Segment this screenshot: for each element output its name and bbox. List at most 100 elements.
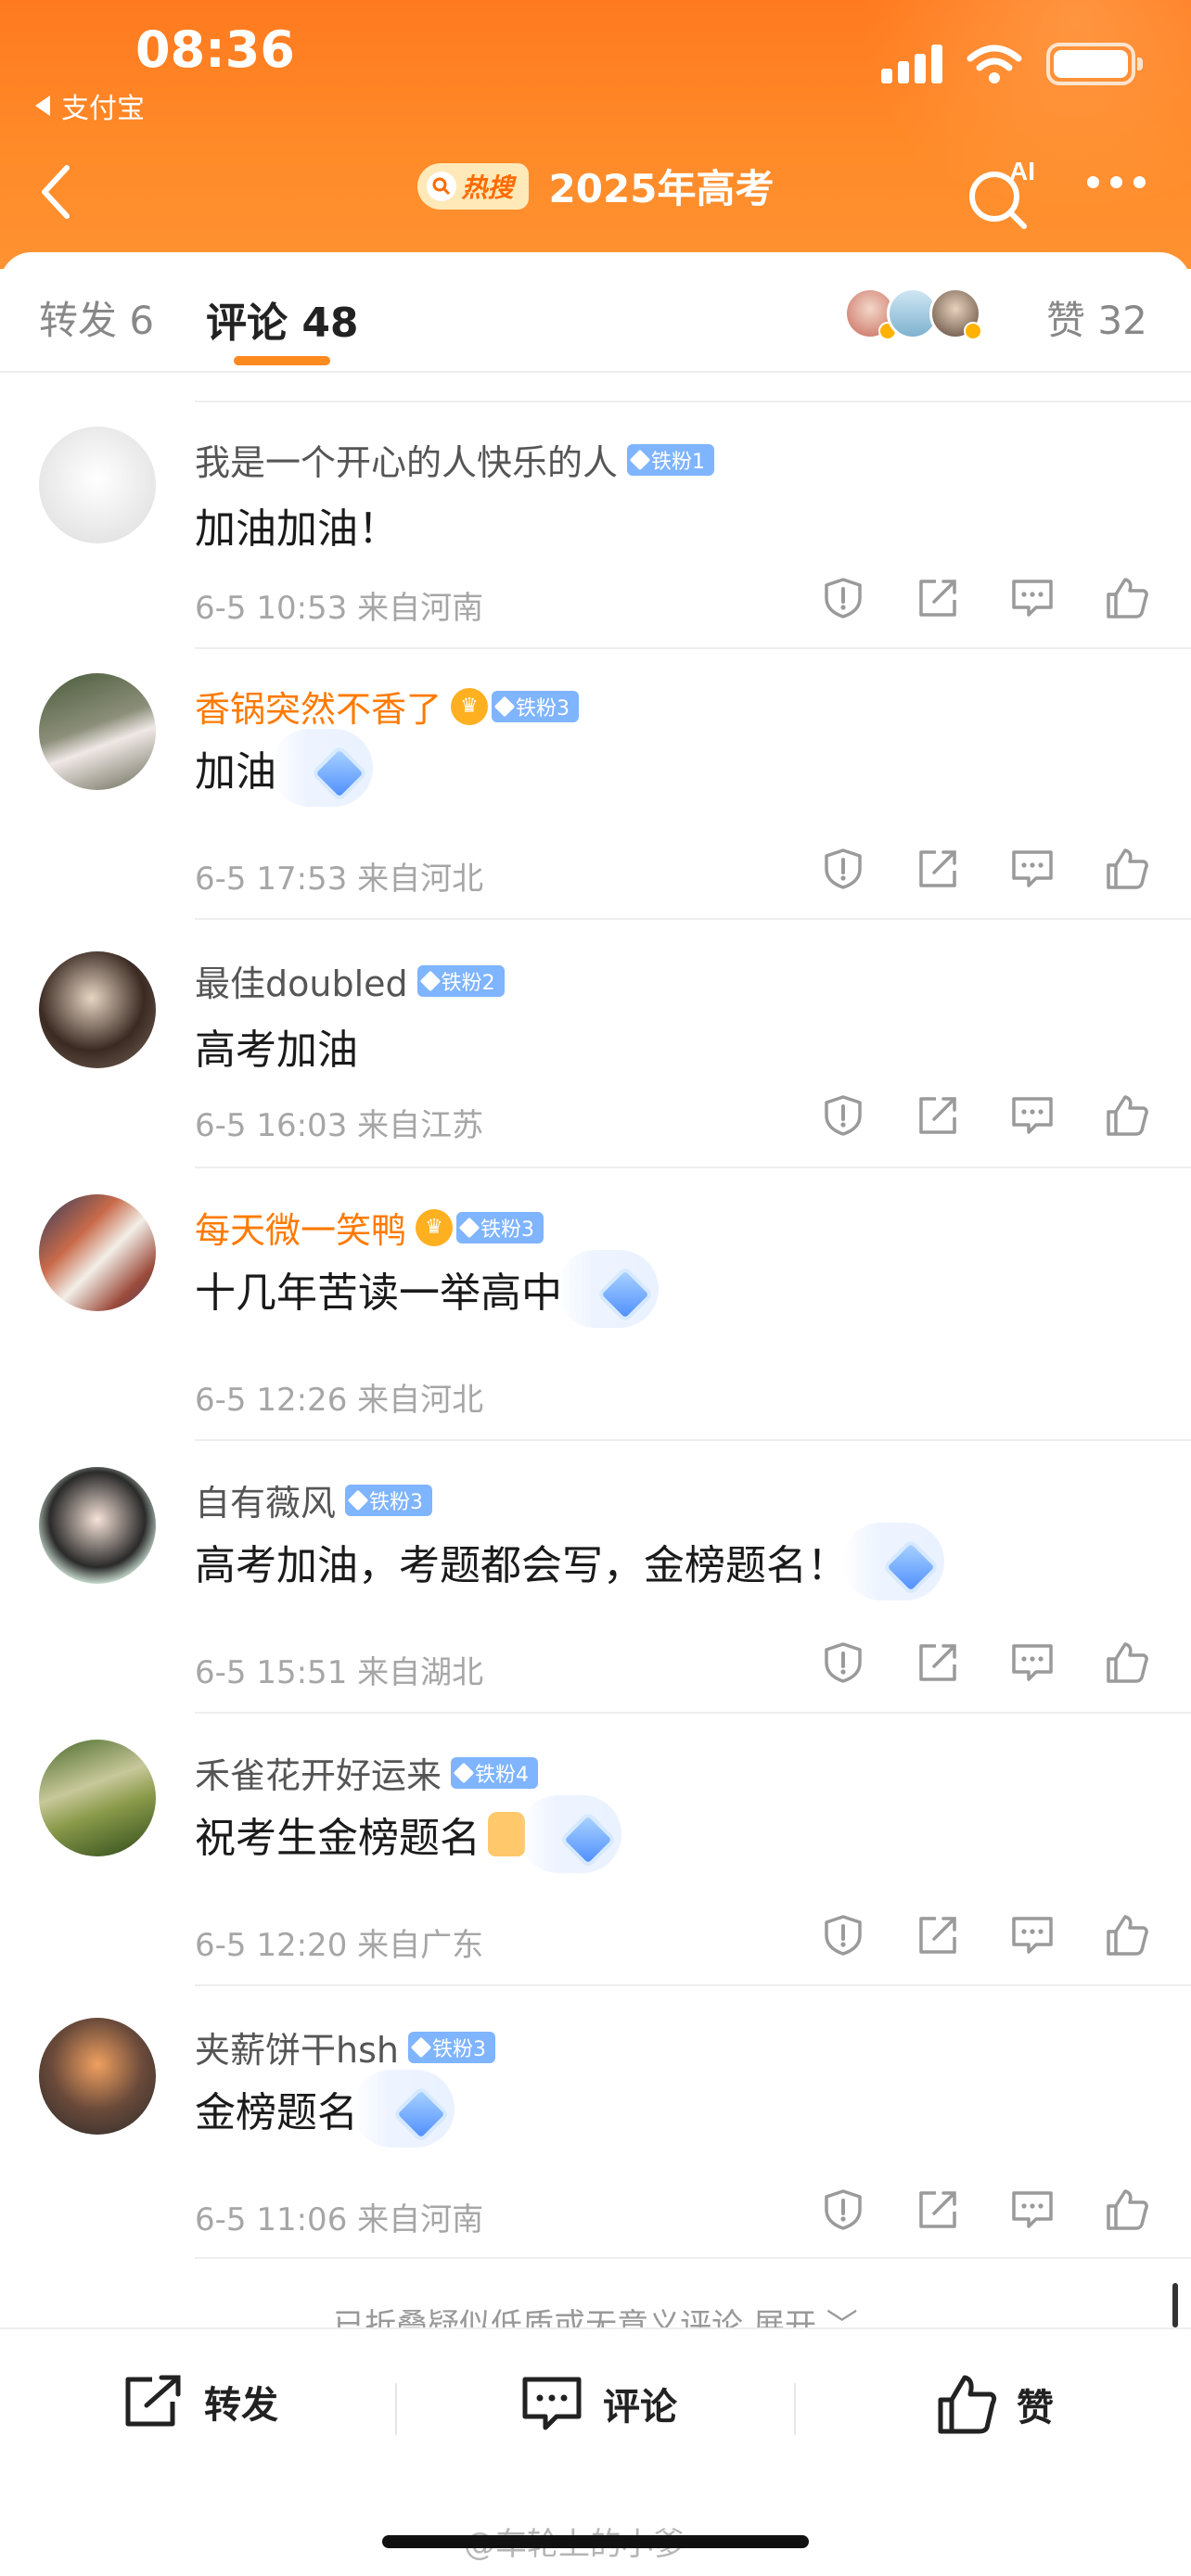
comment-meta: 6-5 17:53 来自河北 [195,861,484,898]
comment-actions [820,1912,1150,1958]
scrollbar[interactable] [1172,2283,1178,2327]
liker-avatars[interactable] [844,287,982,340]
avatar[interactable] [39,2018,156,2135]
divider [195,1439,1191,1441]
comment-text: 金榜题名 [195,2089,358,2136]
diamond-icon [629,449,651,470]
hot-search-label: 热搜 [461,172,514,203]
comment-author[interactable]: 自有薇风 [195,1474,336,1525]
diamond-icon [419,970,441,991]
reply-icon [1012,2191,1053,2228]
like-button[interactable] [1104,1092,1150,1139]
reply-button[interactable] [1009,2187,1056,2233]
avatar[interactable] [39,427,156,543]
avatar[interactable] [39,1740,156,1856]
share-icon [919,1917,956,1954]
tab-likes[interactable]: 赞 32 [1046,289,1147,346]
fan-badge-label: 铁粉2 [441,971,495,995]
avatar[interactable] [39,1194,156,1311]
more-dot-icon [1133,176,1146,188]
reply-icon [1012,850,1053,887]
report-button[interactable] [820,846,866,892]
reply-button[interactable] [1009,1912,1056,1958]
divider [195,647,1191,649]
search-icon [426,171,456,201]
like-button[interactable] [1104,2187,1150,2233]
hot-search-badge[interactable]: 热搜 [416,162,529,210]
comment-author[interactable]: 香锅突然不香了 [195,681,442,732]
fan-badge: 铁粉3 [345,1484,433,1516]
back-to-app[interactable]: 支付宝 [35,85,145,126]
fan-badge: 铁粉2 [416,964,505,997]
reply-icon [1012,1917,1053,1954]
reply-button[interactable] [1009,1639,1056,1686]
comment-meta: 6-5 11:06 来自河南 [195,2201,484,2238]
fan-badge: 铁粉3 [492,690,580,722]
forward-button[interactable]: 转发 [121,2374,278,2429]
comment-button[interactable]: 评论 [519,2374,677,2433]
share-button[interactable] [915,575,961,621]
report-icon [825,2189,862,2230]
like-button[interactable] [1104,1912,1150,1958]
share-icon [919,580,956,617]
report-button[interactable] [820,1912,866,1958]
comment-author[interactable]: 夹薪饼干hsh [195,2021,399,2072]
share-button[interactable] [915,1092,961,1139]
reply-button[interactable] [1009,846,1056,892]
ai-search-icon: AI [969,157,1035,229]
comment-bubble-decoration [842,1523,944,1600]
comment-author[interactable]: 每天微一笑鸭 [195,1202,406,1253]
report-button[interactable] [820,1092,866,1139]
comment-bubble-decoration [352,2070,455,2148]
like-label: 赞 [1017,2387,1054,2429]
avatar[interactable] [39,673,156,790]
diamond-icon [410,2036,432,2058]
like-button[interactable] [1104,1639,1150,1686]
ai-search-button[interactable]: AI [965,156,1039,230]
comment-author[interactable]: 最佳doubled [195,955,408,1006]
tab-comments[interactable]: 评论 48 [206,289,359,349]
comment-item: 自有薇风 铁粉3 高考加油，考题都会写，金榜题名！ 6-5 15:51 来自湖北 [0,1467,1191,1714]
home-indicator[interactable] [382,2535,809,2548]
comment-actions [820,1092,1150,1139]
like-icon [1107,1642,1148,1683]
reply-button[interactable] [1009,575,1056,621]
comment-author[interactable]: 禾雀花开好运来 [195,1747,442,1798]
share-icon [125,2375,181,2427]
diamond-icon [881,1537,941,1597]
avatar[interactable] [39,1467,156,1584]
divider [794,2383,796,2435]
fan-badge: 铁粉1 [627,443,715,476]
like-icon [1107,1915,1148,1956]
comment-author[interactable]: 我是一个开心的人快乐的人 [195,434,618,485]
comment-meta: 6-5 10:53 来自河南 [195,590,484,627]
share-button[interactable] [915,2187,961,2233]
report-button[interactable] [820,575,866,621]
comment-text: 十几年苦读一举高中 [195,1269,562,1317]
reply-icon [1012,1644,1053,1681]
report-button[interactable] [820,2187,866,2233]
tab-forward[interactable]: 转发 6 [39,289,154,346]
avatar[interactable] [39,951,156,1068]
comment-item: 最佳doubled 铁粉2 高考加油 6-5 16:03 来自江苏 [0,946,1191,1168]
like-icon [1107,1095,1148,1136]
report-button[interactable] [820,1639,866,1686]
divider [195,918,1191,920]
fan-badge-label: 铁粉3 [369,1490,424,1514]
fan-badge: 铁粉3 [407,2031,495,2063]
share-button[interactable] [915,1639,961,1686]
like-icon [1107,578,1148,618]
tab-bar: 转发 6 评论 48 赞 32 [0,252,1191,373]
comment-label: 评论 [603,2386,677,2429]
like-button[interactable] [1104,575,1150,621]
more-button[interactable] [1087,176,1146,188]
share-button[interactable] [915,846,961,892]
diamond-icon [458,1217,480,1238]
share-button[interactable] [915,1912,961,1958]
like-button[interactable]: 赞 [937,2374,1054,2435]
fan-badge-label: 铁粉4 [475,1763,530,1787]
like-button[interactable] [1104,846,1150,892]
divider [195,401,1191,402]
like-icon [1107,848,1148,889]
reply-button[interactable] [1009,1092,1056,1139]
